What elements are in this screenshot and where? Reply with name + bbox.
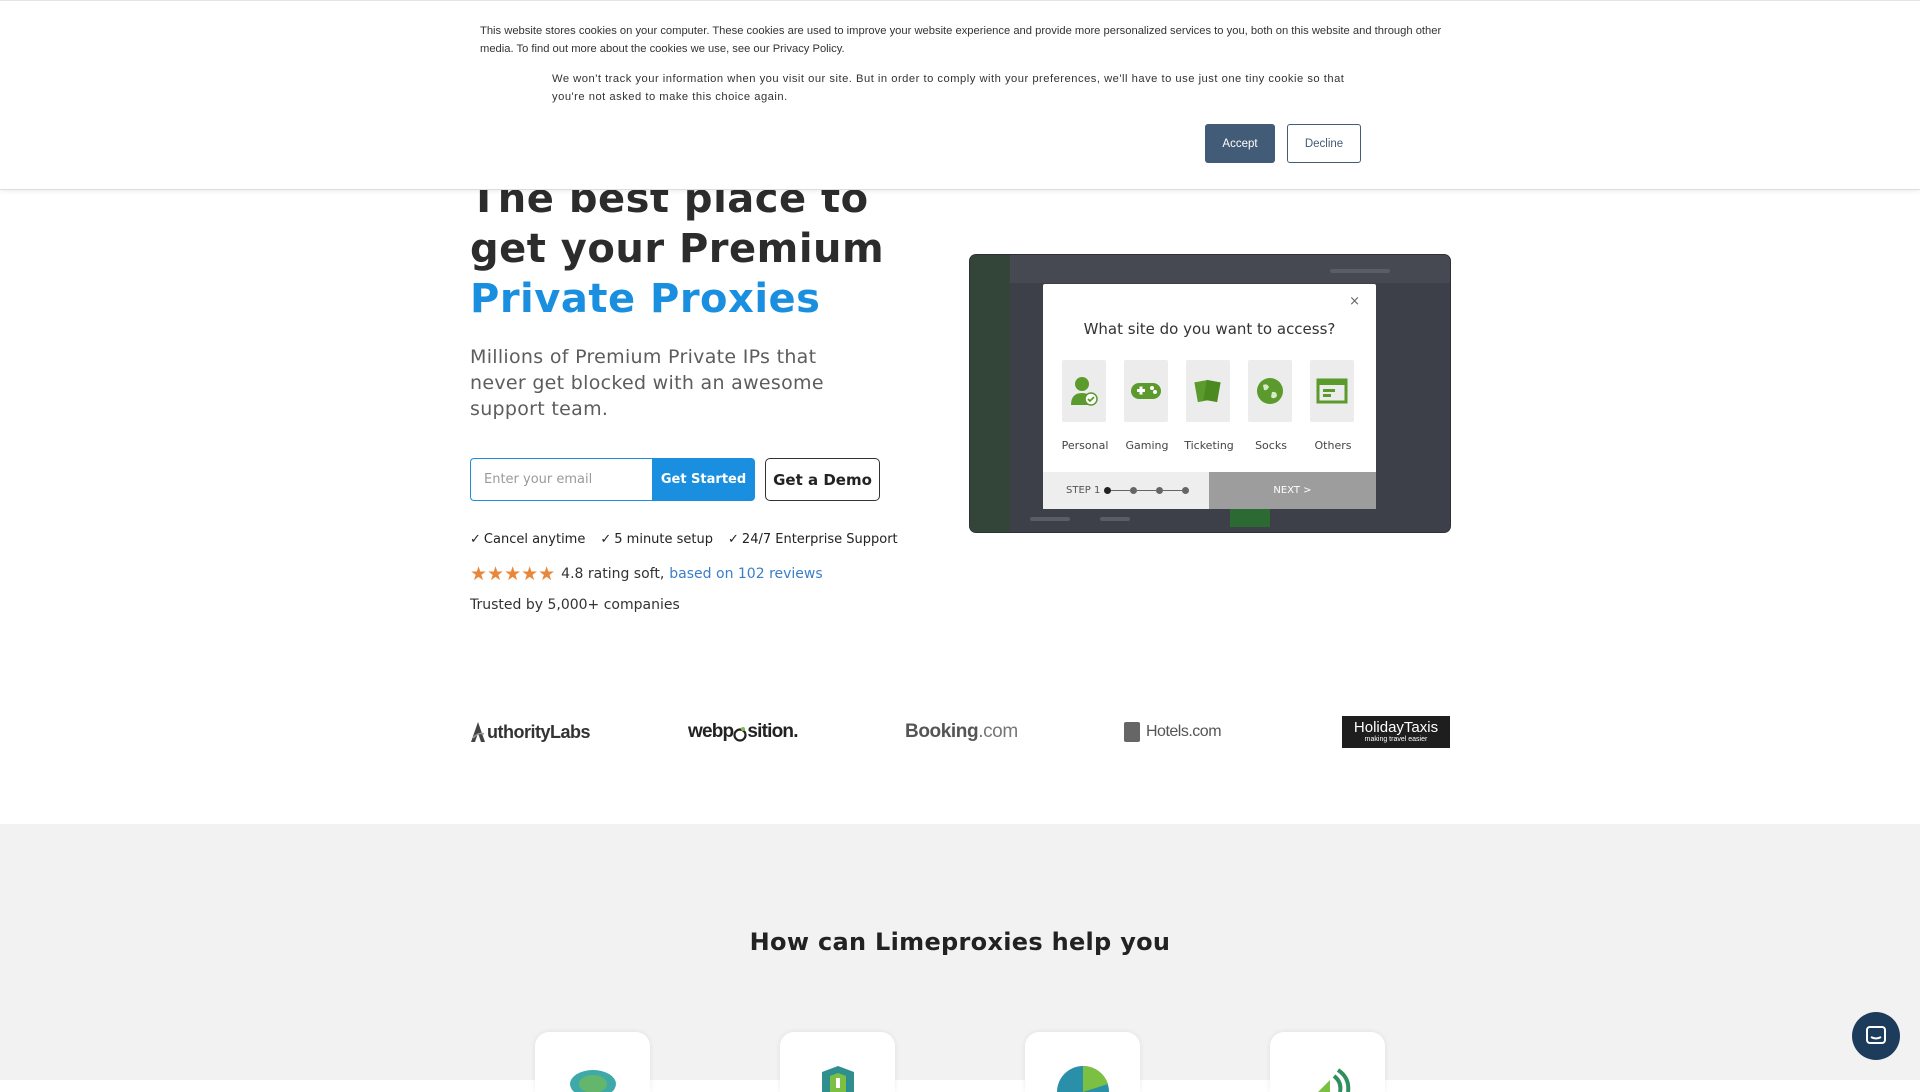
option-personal[interactable]: Personal	[1062, 360, 1108, 452]
webposition-logo: webp sition.	[688, 721, 799, 742]
check-icon: ✓	[728, 532, 739, 547]
authoritylabs-logo: uthorityLabs	[470, 716, 591, 748]
mockup-highlight	[1230, 507, 1270, 527]
next-button[interactable]: NEXT >	[1209, 472, 1376, 509]
feature-card[interactable]	[1270, 1032, 1385, 1092]
chat-icon	[1866, 1026, 1886, 1044]
modal-title: What site do you want to access?	[1083, 320, 1336, 338]
modal-footer: STEP 1 NEXT >	[1043, 472, 1376, 509]
get-demo-button[interactable]: Get a Demo	[765, 458, 880, 501]
authoritylabs-mark-icon	[471, 722, 485, 742]
close-icon[interactable]: ×	[1349, 294, 1360, 309]
cookie-banner: This website stores cookies on your comp…	[0, 0, 1920, 190]
hotels-logo: Hotels.com	[1124, 716, 1222, 748]
site-select-modal: × What site do you want to access? Perso…	[1043, 284, 1376, 509]
feature-card[interactable]	[780, 1032, 895, 1092]
star-rating-icon: ★★★★★	[470, 563, 556, 585]
shield-icon	[808, 1062, 868, 1092]
option-socks[interactable]: Socks	[1248, 360, 1294, 452]
get-started-button[interactable]: Get Started	[652, 458, 755, 501]
cookie-text: This website stores cookies on your comp…	[480, 25, 1442, 55]
gamepad-icon	[1124, 360, 1168, 422]
check-icon: ✓	[600, 532, 612, 547]
option-gaming[interactable]: Gaming	[1124, 360, 1170, 452]
feature-card[interactable]	[1025, 1032, 1140, 1092]
feature-item: ✓ 24/7 Enterprise Support	[728, 532, 898, 547]
reviews-link[interactable]: based on 102 reviews	[669, 566, 822, 582]
rating-row: ★★★★★ 4.8 rating soft, based on 102 revi…	[470, 563, 823, 585]
signup-form: Get Started	[470, 458, 755, 501]
step-dot	[1104, 487, 1112, 494]
webposition-o-icon	[733, 726, 747, 742]
step-label: STEP 1	[1066, 485, 1101, 496]
chat-launcher-button[interactable]	[1852, 1012, 1900, 1060]
globe-icon	[1248, 360, 1292, 422]
headline-accent: Private Proxies	[470, 276, 821, 322]
browser-icon	[1310, 360, 1354, 422]
site-options: Personal Gaming Ticketing Socks Others	[1062, 360, 1356, 452]
step-dot	[1182, 487, 1190, 494]
decline-button[interactable]: Decline	[1287, 124, 1361, 163]
rating-text: 4.8 rating soft,	[561, 566, 665, 582]
headline-line-2: get your Premium	[470, 226, 885, 272]
accept-button[interactable]: Accept	[1205, 124, 1275, 163]
pie-chart-icon	[1053, 1062, 1113, 1092]
feature-list: ✓ Cancel anytime ✓ 5 minute setup ✓ 24/7 En…	[470, 532, 898, 547]
holidaytaxis-logo: HolidayTaxis making travel easier	[1342, 716, 1450, 748]
hotels-building-icon	[1124, 722, 1140, 742]
step-dot	[1156, 487, 1164, 494]
mockup-bar	[1100, 517, 1130, 521]
mockup-bar	[1030, 517, 1070, 521]
feature-item: ✓ Cancel anytime	[470, 532, 586, 547]
cloud-icon	[563, 1062, 623, 1092]
trusted-text: Trusted by 5,000+ companies	[470, 597, 680, 613]
check-icon: ✓	[470, 532, 481, 547]
mockup-sidebar	[970, 255, 1010, 532]
email-input[interactable]	[470, 458, 652, 501]
option-ticketing[interactable]: Ticketing	[1184, 360, 1234, 452]
hero-headline: The best place to get your Premium Priva…	[470, 174, 930, 324]
person-icon	[1062, 360, 1106, 422]
step-dot	[1130, 487, 1138, 494]
step-progress	[1104, 487, 1190, 494]
product-mockup: × What site do you want to access? Perso…	[970, 255, 1450, 532]
ticket-icon	[1186, 360, 1230, 422]
feature-card[interactable]	[535, 1032, 650, 1092]
signal-icon	[1298, 1062, 1358, 1092]
help-section: How can Limeproxies help you	[0, 824, 1920, 1092]
cookie-secondary-text: We won't track your information when you…	[552, 73, 1345, 103]
mockup-bar	[1330, 269, 1390, 273]
client-logos: uthorityLabs webp sition. Booking .com Ho…	[470, 716, 1450, 748]
booking-logo: Booking .com	[905, 721, 1018, 742]
hero-subtitle: Millions of Premium Private IPs that nev…	[470, 346, 824, 420]
option-others[interactable]: Others	[1310, 360, 1356, 452]
step-indicator: STEP 1	[1043, 472, 1209, 509]
help-title: How can Limeproxies help you	[749, 928, 1171, 956]
feature-item: ✓ 5 minute setup	[600, 532, 714, 547]
